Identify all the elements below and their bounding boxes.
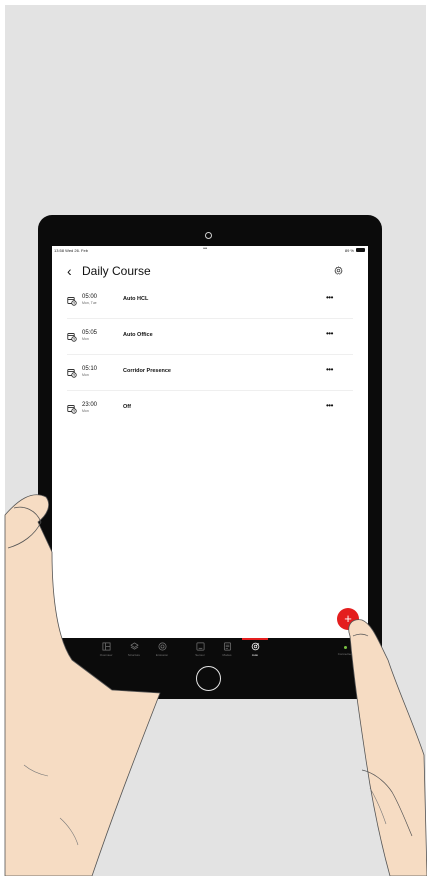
add-button[interactable]: + [337, 608, 359, 630]
tab-overview[interactable]: Overview [92, 642, 120, 657]
tab-auto[interactable]: Auto [241, 642, 269, 657]
status-bar: 13:58 Wed 26. Feb ••• 89 % [52, 246, 368, 255]
more-options-button[interactable]: ••• [326, 402, 333, 410]
page-header: ‹ Daily Course [52, 262, 368, 282]
connection-dot [343, 646, 347, 649]
list-item[interactable]: 05:05 Mon Auto Office ••• [67, 330, 355, 348]
page-title: Daily Course [82, 264, 151, 278]
item-time: 05:05 [82, 330, 98, 336]
tab-label: Overview [99, 653, 113, 657]
front-camera [205, 232, 212, 239]
tab-label: Emission [155, 653, 169, 657]
item-name: Auto Office [123, 332, 153, 338]
item-days: Mon [82, 409, 89, 413]
more-options-button[interactable]: ••• [326, 330, 333, 338]
status-time: 13:58 Wed 26. Feb [54, 248, 88, 253]
connection-status[interactable]: Connected [330, 646, 360, 656]
active-tab-indicator [242, 638, 268, 640]
item-time: 05:00 [82, 294, 98, 300]
auto-icon [251, 642, 259, 651]
battery-status: 89 % [345, 248, 365, 253]
tab-label: Modes [222, 653, 232, 657]
tab-label: Auto [251, 653, 259, 657]
item-name: Auto HCL [123, 296, 149, 302]
list-item[interactable]: 05:00 Mon, Tue Auto HCL ••• [67, 294, 355, 312]
more-options-button[interactable]: ••• [326, 366, 333, 374]
divider [67, 390, 353, 391]
tab-bar: Overview Structure Emission Sensor Modes [52, 638, 368, 664]
tab-emission[interactable]: Emission [148, 642, 176, 657]
calendar-clock-icon [67, 297, 77, 306]
list-item[interactable]: 05:10 Mon Corridor Presence ••• [67, 366, 355, 384]
tab-sensor[interactable]: Sensor [186, 642, 214, 657]
target-icon [158, 642, 166, 651]
divider [67, 354, 353, 355]
app-screen: 13:58 Wed 26. Feb ••• 89 % ‹ Daily Cours… [52, 246, 368, 638]
tab-structure[interactable]: Structure [120, 642, 148, 657]
multitask-dots[interactable]: ••• [203, 246, 207, 252]
more-options-button[interactable]: ••• [326, 294, 333, 302]
calendar-clock-icon [67, 333, 77, 342]
layers-icon [130, 642, 138, 650]
battery-percent: 89 % [344, 247, 354, 253]
sensor-icon [196, 642, 204, 651]
calendar-clock-icon [67, 369, 77, 378]
item-days: Mon [82, 373, 89, 377]
connection-label: Connected [337, 652, 353, 656]
tab-modes[interactable]: Modes [213, 642, 241, 657]
item-time: 23:00 [82, 402, 98, 408]
battery-icon [356, 248, 365, 252]
layout-icon [102, 642, 110, 651]
home-button[interactable] [196, 666, 221, 691]
item-days: Mon, Tue [82, 301, 97, 305]
tab-label: Sensor [195, 653, 205, 657]
tab-label: Structure [127, 653, 141, 657]
item-name: Off [123, 404, 131, 410]
item-days: Mon [82, 337, 89, 341]
item-name: Corridor Presence [123, 368, 171, 374]
back-button[interactable]: ‹ [67, 263, 72, 279]
list-item[interactable]: 23:00 Mon Off ••• [67, 402, 355, 420]
gear-icon[interactable] [334, 266, 343, 275]
item-time: 05:10 [82, 366, 98, 372]
divider [67, 318, 353, 319]
list-icon [223, 642, 231, 651]
calendar-clock-icon [67, 405, 77, 414]
